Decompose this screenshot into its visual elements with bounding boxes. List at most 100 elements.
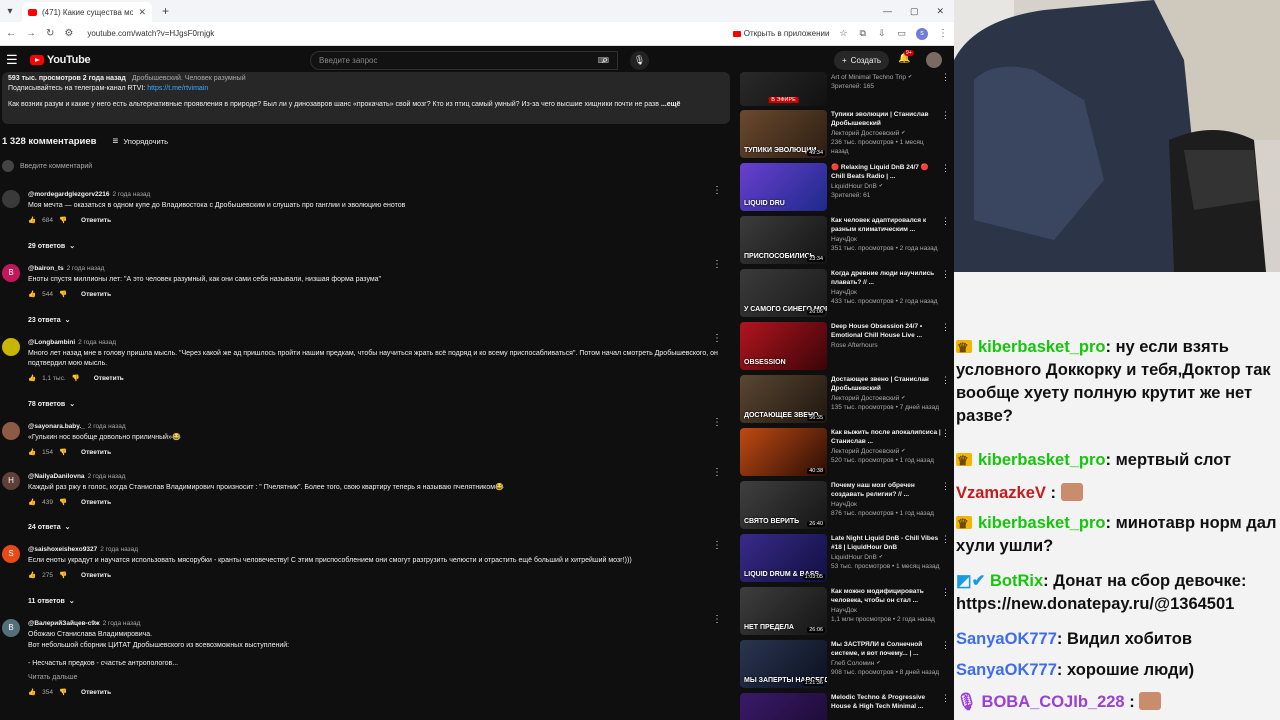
reply-button[interactable]: Ответить (81, 498, 111, 508)
channel-name[interactable]: НаучДок (831, 235, 857, 244)
like-icon[interactable]: 👍 (28, 498, 36, 508)
dislike-icon[interactable]: 👎 (59, 688, 67, 698)
video-title[interactable]: Когда древние люди научились плавать? //… (831, 269, 941, 287)
video-thumbnail[interactable]: ДОСТАЮЩЕЕ ЗВЕНО 56:35 (740, 375, 827, 423)
add-comment-field[interactable]: Введите комментарий (2, 160, 722, 172)
bookmark-star-icon[interactable]: ☆ (839, 28, 847, 39)
comment-avatar[interactable]: B (2, 264, 20, 282)
comment-avatar[interactable]: H (2, 472, 20, 490)
like-icon[interactable]: 👍 (28, 688, 36, 698)
url-field[interactable]: youtube.com/watch?v=HJgsF0rnjgk (83, 25, 722, 43)
recommended-video[interactable]: Melodic Techno & Progressive House & Hig… (738, 693, 954, 720)
video-title[interactable]: Мы ЗАСТРЯЛИ в Солнечной системе, и вот п… (831, 640, 941, 658)
tab-list-icon[interactable]: ▾ (4, 5, 16, 17)
recommended-video[interactable]: LIQUID DRUM & BASS 1:03:05 Late Night Liqu… (738, 534, 954, 584)
comment-author[interactable]: @mordegardglezgorv2216 (28, 191, 109, 198)
video-thumbnail[interactable]: МЫ ЗАПЕРТЫ НАВСЕГДА 1:21:36 (740, 640, 827, 688)
read-more-link[interactable]: Читать дальше (28, 673, 718, 683)
channel-name[interactable]: НаучДок (831, 606, 857, 615)
replies-toggle[interactable]: 78 ответов ⌄ (28, 400, 75, 409)
recommended-video[interactable]: OBSESSION Deep House Obsession 24/7 • Emo… (738, 322, 954, 372)
forward-icon[interactable]: → (26, 28, 36, 39)
video-menu-icon[interactable]: ⋮ (941, 163, 950, 174)
video-menu-icon[interactable]: ⋮ (941, 269, 950, 280)
comment-author[interactable]: @saishoxeishexo9327 (28, 546, 97, 553)
like-icon[interactable]: 👍 (28, 571, 36, 581)
channel-name[interactable]: НаучДок (831, 288, 857, 297)
maximize-icon[interactable]: ▢ (910, 6, 919, 17)
video-title[interactable]: Late Night Liquid DnB - Chill Vibes #18 … (831, 534, 941, 552)
comment-avatar[interactable] (2, 422, 20, 440)
video-thumbnail[interactable]: У САМОГО СИНЕГО МОРЯ 26:06 (740, 269, 827, 317)
video-title[interactable]: Melodic Techno & Progressive House & Hig… (831, 693, 941, 711)
comment-time[interactable]: 2 года назад (88, 423, 126, 430)
video-menu-icon[interactable]: ⋮ (941, 110, 950, 121)
downloads-icon[interactable]: ⇩ (878, 28, 886, 39)
extensions-icon[interactable]: ⧉ (860, 28, 866, 39)
video-title[interactable]: Как можно модифицировать человека, чтобы… (831, 587, 941, 605)
close-tab-icon[interactable]: ✕ (138, 7, 146, 18)
video-menu-icon[interactable]: ⋮ (941, 72, 950, 83)
search-button[interactable]: ⌕ (590, 51, 620, 70)
video-thumbnail[interactable] (740, 693, 827, 720)
like-icon[interactable]: 👍 (28, 216, 36, 226)
create-button[interactable]: + Создать (834, 51, 890, 70)
video-menu-icon[interactable]: ⋮ (941, 216, 950, 227)
comment-time[interactable]: 2 года назад (78, 339, 116, 346)
video-title[interactable]: Почему наш мозг обречен создавать религи… (831, 481, 941, 499)
video-menu-icon[interactable]: ⋮ (941, 481, 950, 492)
video-menu-icon[interactable]: ⋮ (941, 375, 950, 386)
minimize-icon[interactable]: — (883, 6, 892, 17)
browser-menu-icon[interactable]: ⋮ (938, 28, 948, 39)
comment-avatar[interactable]: S (2, 545, 20, 563)
reply-button[interactable]: Ответить (81, 571, 111, 581)
new-tab-icon[interactable]: + (162, 4, 169, 18)
video-title[interactable]: Как человек адаптировался к разным клима… (831, 216, 941, 234)
video-menu-icon[interactable]: ⋮ (941, 693, 950, 704)
reply-button[interactable]: Ответить (81, 216, 111, 226)
video-description[interactable]: 593 тыс. просмотров 2 года назад Дробыше… (2, 72, 730, 124)
telegram-link[interactable]: https://t.me/rtvimain (147, 85, 208, 92)
video-menu-icon[interactable]: ⋮ (941, 322, 950, 333)
comment-author[interactable]: @Longbambini (28, 339, 75, 346)
comment-menu-icon[interactable]: ⋮ (712, 468, 722, 478)
search-input[interactable]: Введите запрос ⌨ (310, 51, 618, 70)
comment-author[interactable]: @sayonara.baby._ (28, 423, 85, 430)
comment-time[interactable]: 2 года назад (67, 265, 105, 272)
reply-button[interactable]: Ответить (81, 290, 111, 300)
channel-name[interactable]: Art of Minimal Techno Trip (831, 73, 906, 82)
comment-menu-icon[interactable]: ⋮ (712, 260, 722, 270)
hamburger-menu-icon[interactable]: ☰ (6, 52, 24, 68)
video-title[interactable]: Достающее звено | Станислав Дробышевский (831, 375, 941, 393)
recommended-video[interactable]: У САМОГО СИНЕГО МОРЯ 26:06 Когда древние л… (738, 269, 954, 319)
recommended-video[interactable]: LIQUID DRU 🔴 Relaxing Liquid DnB 24/7 🔴 C… (738, 163, 954, 213)
replies-toggle[interactable]: 11 ответов ⌄ (28, 597, 75, 606)
video-title[interactable]: Deep House Obsession 24/7 • Emotional Ch… (831, 322, 941, 340)
comment-menu-icon[interactable]: ⋮ (712, 418, 722, 428)
video-thumbnail[interactable]: OBSESSION (740, 322, 827, 370)
sort-button[interactable]: ≡ Упорядочить (113, 136, 168, 147)
channel-name[interactable]: Глеб Соломин (831, 659, 874, 668)
show-more-link[interactable]: ...ещё (661, 101, 681, 108)
channel-name[interactable]: Лекторий Достоевский (831, 394, 899, 403)
video-menu-icon[interactable]: ⋮ (941, 640, 950, 651)
replies-toggle[interactable]: 24 ответа ⌄ (28, 523, 70, 532)
channel-name[interactable]: Rose Afterhours (831, 341, 878, 350)
video-thumbnail[interactable]: СВЯТО ВЕРИТЬ 26:40 (740, 481, 827, 529)
close-window-icon[interactable]: ✕ (936, 6, 944, 17)
comment-author[interactable]: @bairon_ts (28, 265, 64, 272)
comment-menu-icon[interactable]: ⋮ (712, 334, 722, 344)
account-avatar[interactable] (926, 52, 942, 68)
channel-name[interactable]: Лекторий Достоевский (831, 129, 899, 138)
dislike-icon[interactable]: 👎 (72, 374, 80, 384)
recommended-video[interactable]: ДОСТАЮЩЕЕ ЗВЕНО 56:35 Достающее звено | Ст… (738, 375, 954, 425)
video-menu-icon[interactable]: ⋮ (941, 428, 950, 439)
recommended-video[interactable]: 40:38 Как выжить после апокалипсиса | Ста… (738, 428, 954, 478)
profile-avatar[interactable]: s (916, 27, 928, 40)
video-thumbnail[interactable]: LIQUID DRUM & BASS 1:03:05 (740, 534, 827, 582)
channel-name[interactable]: LiquidHour DnB (831, 553, 877, 562)
voice-search-button[interactable]: 🎙 (630, 51, 649, 70)
recommended-video[interactable]: МЫ ЗАПЕРТЫ НАВСЕГДА 1:21:36 Мы ЗАСТРЯЛИ в … (738, 640, 954, 690)
video-thumbnail[interactable]: 40:38 (740, 428, 827, 476)
like-icon[interactable]: 👍 (28, 290, 36, 300)
